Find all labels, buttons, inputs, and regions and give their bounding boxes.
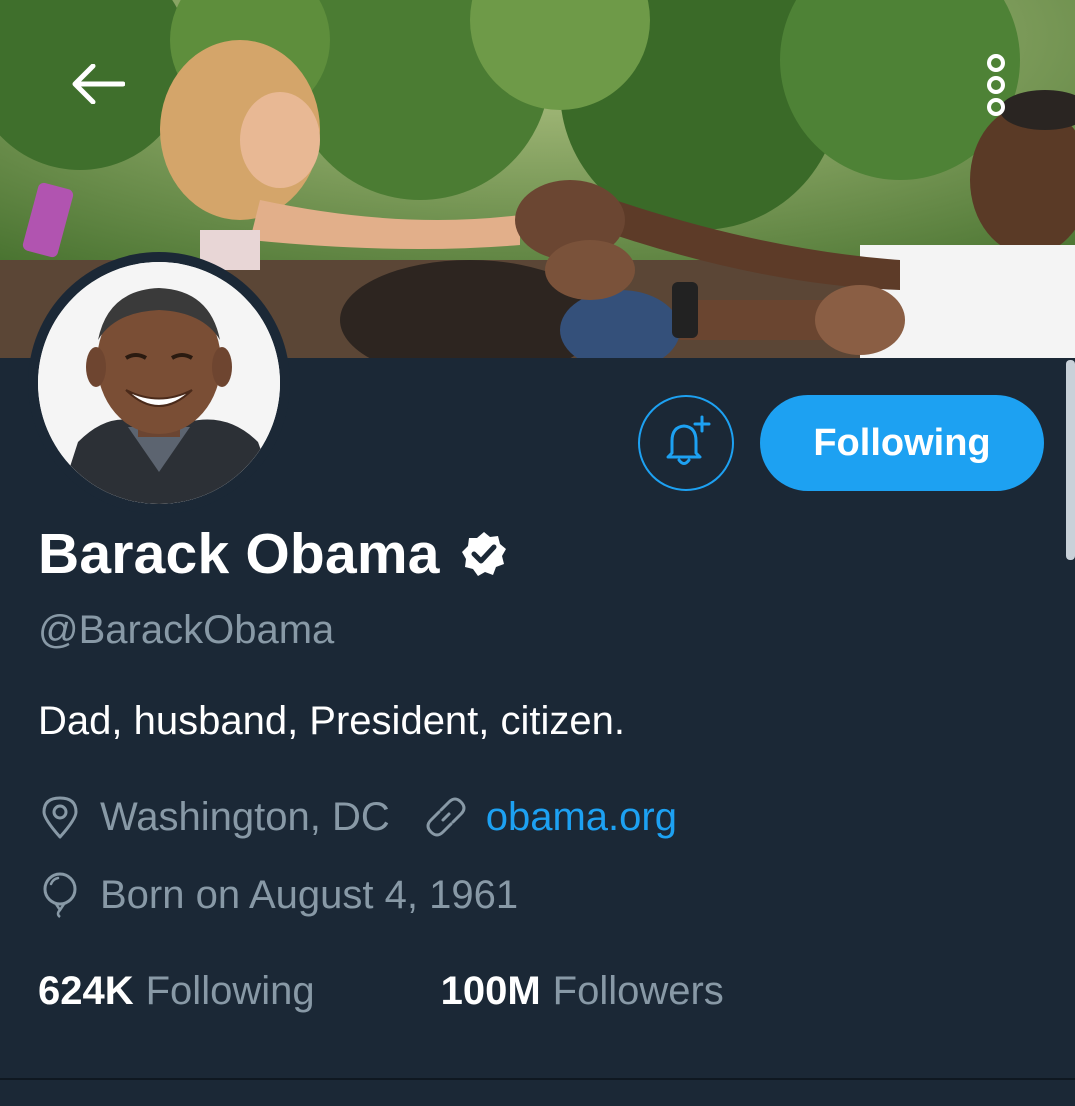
- location-website-row: Washington, DC obama.org: [38, 792, 677, 842]
- avatar[interactable]: [28, 252, 290, 514]
- vertical-ellipsis-icon: [987, 54, 1005, 116]
- profile-location: Washington, DC: [100, 794, 390, 839]
- profile-birthday: Born on August 4, 1961: [100, 872, 519, 917]
- balloon-icon: [38, 872, 82, 918]
- avatar-photo: [38, 262, 280, 504]
- scrollbar-thumb[interactable]: [1066, 360, 1075, 560]
- profile-bio: Dad, husband, President, citizen.: [38, 699, 626, 743]
- notifications-button[interactable]: [638, 395, 734, 491]
- followers-count-link[interactable]: 100M Followers: [441, 969, 724, 1014]
- verified-badge-icon: [460, 530, 508, 578]
- followers-label: Followers: [552, 968, 724, 1013]
- back-button[interactable]: [66, 56, 130, 112]
- following-button[interactable]: Following: [760, 395, 1044, 491]
- profile-website-link[interactable]: obama.org: [486, 795, 677, 840]
- following-count-link[interactable]: 624K Following: [38, 969, 315, 1014]
- profile-handle: @BarackObama: [38, 608, 335, 652]
- followers-count: 100M: [440, 968, 541, 1013]
- profile-name: Barack Obama: [38, 522, 440, 586]
- link-icon: [424, 796, 468, 838]
- location-pin-icon: [38, 795, 82, 839]
- bell-plus-icon: [666, 415, 711, 465]
- tab-bar-edge: [0, 1080, 1075, 1106]
- more-options-button[interactable]: [974, 50, 1018, 120]
- following-count: 624K: [38, 968, 134, 1013]
- profile-name-row: Barack Obama: [38, 518, 508, 590]
- following-label: Following: [145, 968, 315, 1013]
- arrow-left-icon: [72, 64, 125, 104]
- profile-stats: 624K Following 100M Followers: [38, 964, 724, 1018]
- birthday-row: Born on August 4, 1961: [38, 870, 518, 920]
